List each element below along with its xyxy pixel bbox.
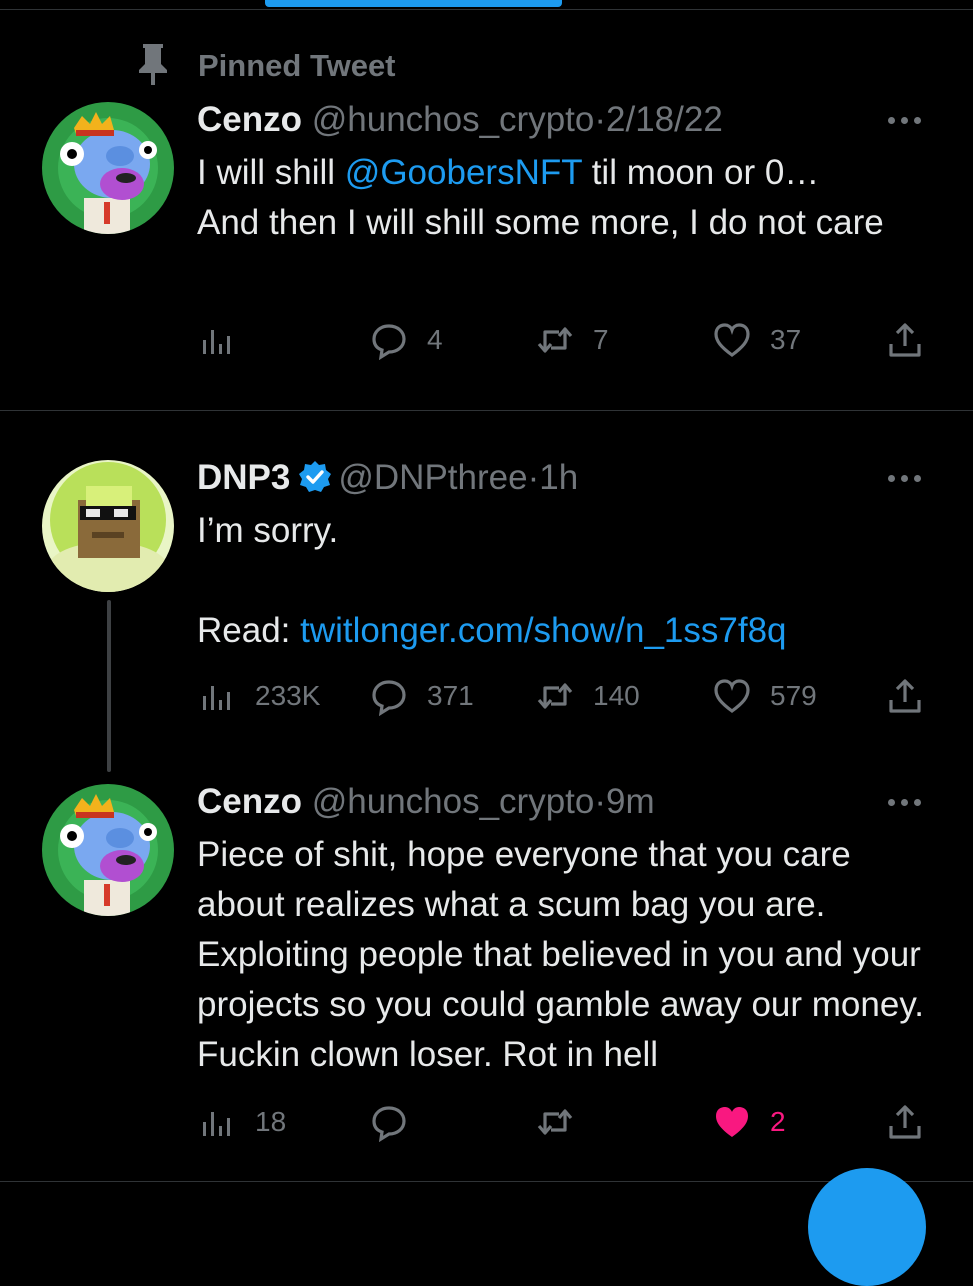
reply-button[interactable] (369, 1102, 409, 1142)
retweet-button[interactable]: 7 (535, 320, 609, 360)
reply-count: 4 (427, 324, 443, 355)
reply-icon (372, 1106, 406, 1142)
like-button[interactable]: 579 (712, 676, 817, 716)
views-button[interactable]: 18 (197, 1102, 286, 1142)
avatar-image (42, 460, 174, 592)
tweet-text-part: And then I will shill some more, I do no… (197, 203, 884, 242)
tweet-actions: 4 7 37 (197, 320, 937, 360)
heart-icon (714, 679, 750, 713)
active-tab-indicator (265, 0, 562, 7)
retweet-count: 140 (593, 680, 640, 711)
share-button[interactable] (885, 320, 925, 360)
tweet-actions: 18 2 (197, 1102, 937, 1142)
retweet-icon (537, 1109, 573, 1135)
views-count: 233K (255, 680, 321, 711)
share-icon (889, 1105, 921, 1139)
pin-icon (139, 44, 167, 85)
retweet-count: 7 (593, 324, 609, 355)
timestamp[interactable]: 2/18/22 (606, 100, 723, 139)
tweet-text: Piece of shit, hope everyone that you ca… (197, 835, 934, 1074)
avatar[interactable] (42, 102, 174, 234)
retweet-button[interactable] (535, 1102, 575, 1142)
timestamp[interactable]: 1h (539, 458, 578, 497)
tweet-text: I’m sorry. Read: twitlonger.com/show/n_1s… (197, 506, 937, 656)
more-options-icon[interactable] (888, 794, 928, 810)
analytics-icon (203, 686, 230, 710)
analytics-icon (203, 330, 230, 354)
avatar-image (42, 784, 174, 916)
avatar[interactable] (42, 784, 174, 916)
separator-dot: · (594, 100, 607, 139)
like-button[interactable]: 37 (712, 320, 801, 360)
more-options-icon[interactable] (888, 470, 928, 486)
timestamp[interactable]: 9m (606, 782, 655, 821)
user-handle[interactable]: @hunchos_crypto (312, 782, 595, 821)
tweet-actions: 233K 371 140 579 (197, 676, 937, 716)
separator-dot: · (594, 782, 607, 821)
analytics-icon (203, 1112, 230, 1136)
divider (0, 9, 973, 10)
views-button[interactable]: 233K (197, 676, 320, 716)
reply-icon (372, 680, 406, 716)
avatar[interactable] (42, 460, 174, 592)
share-button[interactable] (885, 676, 925, 716)
tweet-text: I will shill @GoobersNFT til moon or 0… A… (197, 148, 937, 248)
reply-icon (372, 324, 406, 360)
retweet-button[interactable]: 140 (535, 676, 640, 716)
views-button[interactable] (197, 320, 237, 360)
retweet-icon (537, 327, 573, 353)
display-name[interactable]: Cenzo (197, 782, 302, 821)
reply-button[interactable]: 371 (369, 676, 474, 716)
like-count: 37 (770, 324, 802, 355)
tweet-header: Cenzo @hunchos_crypto·2/18/22 (197, 100, 723, 140)
retweet-icon (537, 683, 573, 709)
like-count: 2 (770, 1106, 786, 1137)
share-button[interactable] (885, 1102, 925, 1142)
display-name[interactable]: DNP3 (197, 458, 290, 497)
heart-icon (714, 323, 750, 357)
pinned-tweet-label: Pinned Tweet (136, 40, 396, 88)
thread-connector (107, 600, 111, 772)
like-button[interactable]: 2 (712, 1102, 786, 1142)
user-handle[interactable]: @DNPthree (338, 458, 527, 497)
reply-button[interactable]: 4 (369, 320, 443, 360)
compose-tweet-button[interactable] (808, 1168, 926, 1286)
share-icon (889, 679, 921, 713)
share-icon (889, 323, 921, 357)
views-count: 18 (255, 1106, 287, 1137)
tweet-header: Cenzo @hunchos_crypto·9m (197, 782, 655, 822)
display-name[interactable]: Cenzo (197, 100, 302, 139)
external-link[interactable]: twitlonger.com/show/n_1ss7f8q (300, 611, 786, 650)
mention-link[interactable]: @GoobersNFT (345, 153, 582, 192)
verified-badge-icon (299, 461, 332, 492)
avatar-image (42, 102, 174, 234)
tweet-text-part: Read: (197, 611, 301, 650)
like-count: 579 (770, 680, 817, 711)
heart-filled-icon (716, 1107, 748, 1137)
divider (0, 410, 973, 411)
tweet-text-part: til moon or 0… (581, 153, 820, 192)
tweet-header: DNP3 @DNPthree·1h (197, 458, 578, 498)
tweet-text-part: I will shill (197, 153, 345, 192)
more-options-icon[interactable] (888, 112, 928, 128)
reply-count: 371 (427, 680, 474, 711)
user-handle[interactable]: @hunchos_crypto (312, 100, 595, 139)
separator-dot: · (527, 458, 540, 497)
pinned-label-text: Pinned Tweet (198, 48, 396, 83)
tweet-text-part: I’m sorry. (197, 511, 339, 550)
